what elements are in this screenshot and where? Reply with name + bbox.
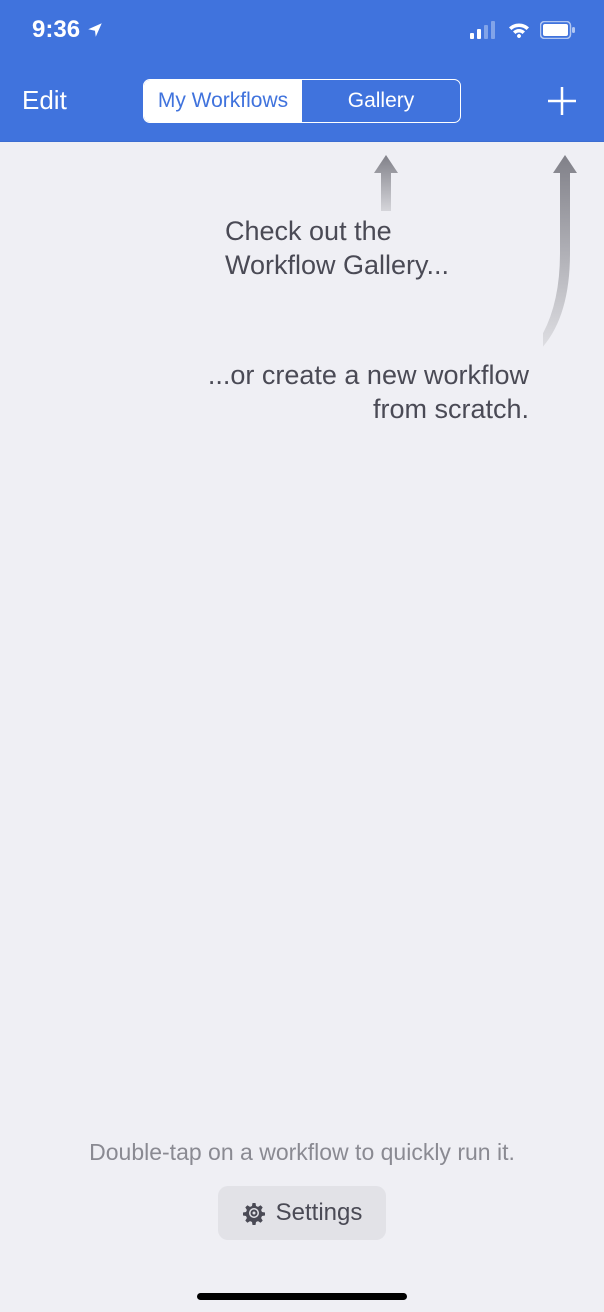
home-indicator[interactable]: [197, 1293, 407, 1300]
hint-gallery: Check out the Workflow Gallery...: [225, 215, 449, 283]
hint-create-line1: ...or create a new workflow: [208, 360, 529, 390]
tip-text: Double-tap on a workflow to quickly run …: [89, 1139, 515, 1166]
settings-button[interactable]: Settings: [218, 1186, 387, 1240]
wifi-icon: [506, 20, 532, 40]
hint-create-line2: from scratch.: [373, 394, 529, 424]
settings-label: Settings: [276, 1199, 363, 1227]
battery-icon: [540, 21, 576, 39]
status-time: 9:36: [32, 16, 80, 44]
arrow-curved-create-icon: [543, 153, 585, 373]
tab-my-workflows[interactable]: My Workflows: [144, 80, 302, 122]
bottom-area: Double-tap on a workflow to quickly run …: [0, 1139, 604, 1240]
nav-bar: Edit My Workflows Gallery: [0, 60, 604, 142]
location-icon: [86, 21, 104, 39]
cellular-signal-icon: [470, 21, 498, 39]
hint-gallery-line2: Workflow Gallery...: [225, 250, 449, 280]
status-indicators: [470, 20, 576, 40]
arrow-up-gallery-icon: [366, 153, 406, 213]
hint-create: ...or create a new workflow from scratch…: [208, 359, 529, 427]
content-area: Check out the Workflow Gallery... ...or …: [0, 142, 604, 1312]
tab-gallery[interactable]: Gallery: [302, 80, 460, 122]
segmented-control: My Workflows Gallery: [143, 79, 461, 123]
status-time-area: 9:36: [32, 16, 104, 44]
gear-icon: [242, 1201, 266, 1225]
hint-gallery-line1: Check out the: [225, 216, 392, 246]
edit-button[interactable]: Edit: [22, 85, 67, 116]
add-workflow-button[interactable]: [542, 81, 582, 121]
status-bar: 9:36: [0, 0, 604, 60]
plus-icon: [545, 84, 579, 118]
